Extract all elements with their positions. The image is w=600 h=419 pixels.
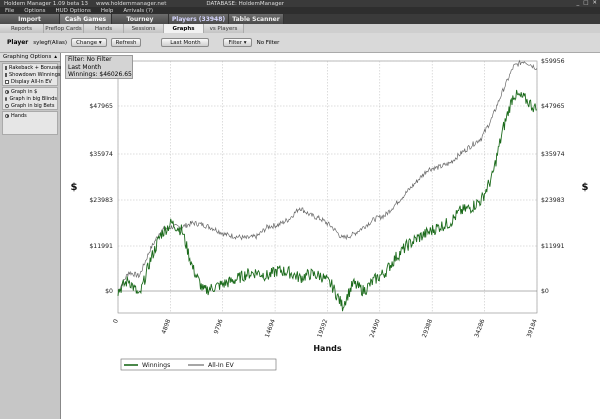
- tab-reports[interactable]: Reports: [0, 24, 44, 33]
- graph-bb-label: Graph in big Blinds: [9, 95, 57, 102]
- graphing-options-title: Graphing Options: [3, 54, 52, 60]
- close-button[interactable]: ✕: [592, 0, 597, 6]
- graph-dollars-radio[interactable]: Graph in $: [3, 88, 57, 95]
- y-tick-label-right: $0: [541, 288, 549, 295]
- x-tick-label: 4898: [160, 318, 172, 335]
- graph-area: $0 $0 $11991 $11991 $23983 $23983 $35974 $35974…: [61, 53, 600, 419]
- x-tick-label: 29388: [421, 318, 434, 339]
- database-label: DATABASE: HoldemManager: [206, 0, 285, 7]
- filter-info-line: Filter: No Filter: [68, 56, 112, 63]
- tab-sessions[interactable]: Sessions: [124, 24, 164, 33]
- allin-ev-label: Display All-In EV: [11, 78, 52, 85]
- radio-icon[interactable]: [5, 89, 9, 94]
- y-axis-label-right: $: [582, 182, 589, 193]
- graph-toolbar: Player sylegf(Alias) Change ▾ Refresh La…: [0, 33, 600, 53]
- x-tick-label: 14694: [264, 318, 277, 339]
- title-bar: Holdem Manager 1.09 beta 13 www.holdemma…: [0, 0, 600, 7]
- showdown-label: Showdown Winnings: [9, 71, 61, 78]
- tab-vs-players[interactable]: vs Players: [204, 24, 244, 33]
- maximize-button[interactable]: □: [583, 0, 588, 6]
- main-tabs: Import Cash Games Tourney Players (33948…: [0, 14, 600, 24]
- hands-radio[interactable]: Hands: [3, 112, 57, 119]
- change-player-button[interactable]: Change ▾: [71, 38, 107, 47]
- graph-bigbets-label: Graph in big Bets: [11, 102, 55, 109]
- menu-file[interactable]: File: [0, 8, 19, 14]
- allin-ev-checkbox[interactable]: Display All-In EV: [3, 78, 57, 85]
- graphing-options-panel: Graphing Options ▴ Rakeback + Bonuses Sh…: [0, 53, 62, 419]
- radio-icon[interactable]: [5, 113, 9, 118]
- legend-label-allin: All-In EV: [208, 362, 235, 369]
- tab-tourney[interactable]: Tourney: [112, 14, 169, 24]
- checkbox-icon[interactable]: [5, 65, 7, 70]
- radio-group: Graph in $ Graph in big Blinds Graph in …: [2, 87, 58, 110]
- filter-period-line: Last Month: [68, 63, 102, 71]
- graphing-options-header: Graphing Options ▴: [0, 53, 60, 62]
- y-tick-label-right: $35974: [541, 151, 565, 158]
- date-range-button[interactable]: Last Month: [161, 38, 210, 47]
- x-tick-label: 9796: [213, 318, 225, 335]
- menu-options[interactable]: Options: [19, 8, 50, 14]
- radio-icon[interactable]: [5, 103, 9, 108]
- menu-bar: File Options HUD Options Help Arrivals (…: [0, 7, 600, 14]
- filter-button[interactable]: Filter ▾: [223, 38, 252, 47]
- graph-bigbets-radio[interactable]: Graph in big Bets: [3, 102, 57, 109]
- winnings-total-line: Winnings: $46026.65: [68, 71, 132, 78]
- tab-players[interactable]: Players (33948): [169, 14, 229, 24]
- y-tick-label-left: $11991: [89, 243, 113, 250]
- checkbox-icon[interactable]: [5, 72, 7, 77]
- tab-cash-games[interactable]: Cash Games: [60, 14, 112, 24]
- y-tick-label-right: $47965: [541, 103, 565, 110]
- app-site: www.holdemmanager.net: [96, 0, 167, 7]
- menu-arrivals[interactable]: Arrivals (?): [118, 8, 158, 14]
- y-tick-label-left: $23983: [89, 197, 113, 204]
- xaxis-group: Hands: [2, 111, 58, 135]
- y-tick-label-right: $23983: [541, 197, 565, 204]
- y-tick-label-right: $11991: [541, 243, 565, 250]
- menu-help[interactable]: Help: [96, 8, 119, 14]
- checkbox-group: Rakeback + Bonuses Showdown Winnings Dis…: [2, 63, 62, 86]
- tab-hands[interactable]: Hands: [84, 24, 124, 33]
- player-name: sylegf(Alias): [33, 39, 68, 46]
- x-tick-label: 0: [112, 318, 120, 324]
- y-tick-label-right: $59956: [541, 58, 565, 65]
- x-axis-label: Hands: [313, 344, 342, 353]
- x-tick-label: 39184: [526, 318, 539, 339]
- filter-info-box: Filter: No Filter Last Month Winnings: $…: [65, 55, 133, 79]
- filter-status: No Filter: [256, 39, 280, 46]
- y-tick-label-left: $47965: [89, 103, 113, 110]
- menu-hud-options[interactable]: HUD Options: [50, 8, 95, 14]
- y-axis-label-left: $: [71, 182, 78, 193]
- tab-bar-filler: [284, 14, 600, 24]
- graph-dollars-label: Graph in $: [11, 88, 38, 95]
- tab-table-scanner[interactable]: Table Scanner: [229, 14, 284, 24]
- x-tick-label: 34286: [473, 318, 486, 339]
- player-label: Player: [7, 39, 29, 46]
- app-title: Holdem Manager 1.09 beta 13: [4, 0, 89, 7]
- radio-icon[interactable]: [5, 96, 8, 101]
- legend-label-winnings: Winnings: [142, 362, 170, 369]
- refresh-button[interactable]: Refresh: [110, 38, 142, 47]
- x-tick-label: 24490: [369, 318, 382, 339]
- showdown-checkbox[interactable]: Showdown Winnings: [3, 71, 61, 78]
- hands-label: Hands: [11, 112, 27, 119]
- y-tick-label-left: $0: [105, 288, 113, 295]
- sub-tabs: Reports Preflop Cards Hands Sessions Gra…: [0, 24, 600, 33]
- checkbox-icon[interactable]: [5, 79, 9, 84]
- y-tick-label-left: $35974: [89, 151, 113, 158]
- rakeback-label: Rakeback + Bonuses: [9, 64, 62, 71]
- graph-bb-radio[interactable]: Graph in big Blinds: [3, 95, 57, 102]
- collapse-icon[interactable]: ▴: [54, 54, 57, 60]
- minimize-button[interactable]: _: [576, 0, 579, 6]
- winnings-graph: $0 $0 $11991 $11991 $23983 $23983 $35974 $35974…: [71, 58, 589, 371]
- tab-graphs[interactable]: Graphs: [164, 24, 204, 33]
- subtab-bar-filler: [244, 24, 600, 33]
- tab-import[interactable]: Import: [0, 14, 60, 24]
- rakeback-checkbox[interactable]: Rakeback + Bonuses: [3, 64, 62, 71]
- window-controls: _ □ ✕: [576, 0, 597, 6]
- tab-preflop-cards[interactable]: Preflop Cards: [44, 24, 84, 33]
- x-tick-label: 19592: [316, 318, 329, 339]
